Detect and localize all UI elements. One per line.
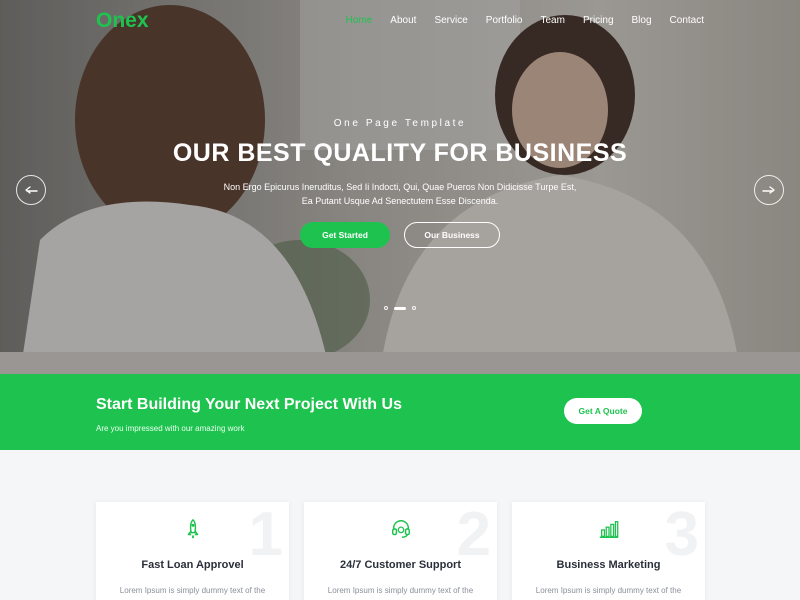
- nav-portfolio[interactable]: Portfolio: [486, 15, 523, 26]
- get-started-button[interactable]: Get Started: [300, 222, 390, 248]
- hero-kicker: One Page Template: [333, 118, 467, 129]
- hero-slider: Onex Home About Service Portfolio Team P…: [0, 0, 800, 374]
- slider-prev-button[interactable]: [16, 175, 46, 205]
- slider-dot-1[interactable]: [384, 306, 388, 310]
- hero-buttons: Get Started Our Business: [0, 222, 800, 248]
- feature-title: Business Marketing: [556, 559, 661, 571]
- slider-dot-3[interactable]: [412, 306, 416, 310]
- feature-number: 2: [456, 502, 491, 569]
- main-menu: Home About Service Portfolio Team Pricin…: [328, 15, 704, 26]
- top-navigation: Onex Home About Service Portfolio Team P…: [0, 0, 800, 42]
- nav-pricing[interactable]: Pricing: [583, 15, 614, 26]
- features-section: 1 Fast Loan Approvel Lorem Ipsum is simp…: [0, 450, 800, 600]
- feature-text: Lorem Ipsum is simply dummy text of the …: [535, 586, 682, 600]
- bar-chart-icon: [599, 521, 618, 538]
- cta-bar: Start Building Your Next Project With Us…: [0, 374, 800, 450]
- cta-title: Start Building Your Next Project With Us: [96, 396, 402, 413]
- cta-subtitle: Are you impressed with our amazing work: [96, 424, 245, 433]
- nav-team[interactable]: Team: [540, 15, 564, 26]
- rocket-icon: [187, 518, 198, 539]
- feature-number: 1: [248, 502, 283, 569]
- our-business-button[interactable]: Our Business: [404, 222, 500, 248]
- slider-pagination: [0, 306, 800, 310]
- slider-next-button[interactable]: [754, 175, 784, 205]
- feature-text: Lorem Ipsum is simply dummy text of the …: [327, 586, 474, 600]
- nav-home[interactable]: Home: [346, 15, 373, 26]
- headset-icon: [391, 520, 410, 538]
- nav-contact[interactable]: Contact: [670, 15, 704, 26]
- hero-subtext: Non Ergo Epicurus Ineruditus, Sed Ii Ind…: [223, 182, 577, 206]
- feature-card: 1 Fast Loan Approvel Lorem Ipsum is simp…: [96, 502, 289, 600]
- brand-logo[interactable]: Onex: [96, 9, 149, 33]
- nav-service[interactable]: Service: [434, 15, 467, 26]
- slider-dot-2[interactable]: [394, 306, 406, 310]
- get-a-quote-button[interactable]: Get A Quote: [564, 398, 642, 424]
- feature-number: 3: [664, 502, 699, 569]
- nav-blog[interactable]: Blog: [632, 15, 652, 26]
- feature-card: 3 Business Marketing Lorem Ipsum is simp…: [512, 502, 705, 600]
- arrow-right-icon: [762, 186, 775, 194]
- hero-headline: OUR BEST QUALITY FOR BUSINESS: [172, 139, 628, 167]
- feature-card: 2 24/7 Customer Support Lorem Ipsum is s…: [304, 502, 497, 600]
- feature-title: Fast Loan Approvel: [141, 559, 244, 571]
- hero-content: One Page Template OUR BEST QUALITY FOR B…: [0, 118, 800, 248]
- arrow-left-icon: [25, 186, 38, 194]
- nav-about[interactable]: About: [390, 15, 416, 26]
- feature-title: 24/7 Customer Support: [339, 559, 462, 571]
- feature-text: Lorem Ipsum is simply dummy text of the …: [119, 586, 266, 600]
